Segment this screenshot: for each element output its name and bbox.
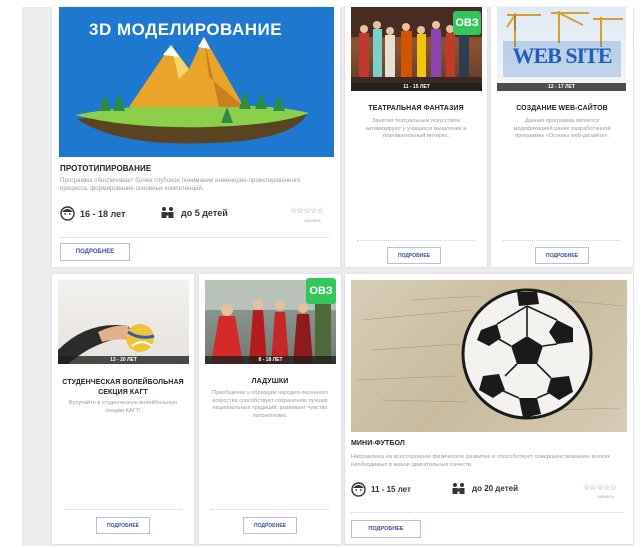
card-description: Данная программа является модификацией р… — [513, 118, 611, 139]
card-image-volleyball: 13 - 20 ЛЕТ — [58, 280, 189, 364]
card-3d-modeling[interactable]: 3D МОДЕЛИРОВАНИЕ ПРОТОТИПИРОВАНИЕ Програ… — [52, 7, 340, 267]
card-ladushki[interactable]: 8 - 18 ЛЕТ ОВЗ ЛАДУШКИ Приобщение к обра… — [199, 274, 341, 544]
card-image-3d-modeling: 3D МОДЕЛИРОВАНИЕ — [59, 7, 334, 157]
group-icon — [452, 483, 465, 494]
divider — [357, 240, 475, 241]
card-description: Приобщение к образцам народно-песенного … — [212, 390, 328, 419]
page-edge-top — [0, 0, 643, 7]
rating-stars-icon[interactable]: ☆☆☆☆☆ — [290, 206, 324, 215]
age-range: 16 - 18 лет — [60, 206, 125, 221]
page-edge-right — [634, 0, 643, 548]
capacity-text: до 5 детей — [181, 207, 228, 218]
card-title: ПРОТОТИПИРОВАНИЕ — [60, 164, 152, 173]
divider — [60, 237, 330, 238]
card-title: ТЕАТРАЛЬНАЯ ФАНТАЗИЯ — [368, 105, 464, 112]
group-icon — [161, 207, 174, 218]
details-button[interactable]: ПОДРОБНЕЕ — [96, 517, 150, 534]
card-volleyball[interactable]: 13 - 20 ЛЕТ СТУДЕНЧЕСКАЯ ВОЛЕЙБОЛЬНАЯ СЕ… — [52, 274, 194, 544]
card-title: ЛАДУШКИ — [251, 378, 289, 385]
group-size: до 20 детей — [451, 482, 518, 495]
volleyball-player-photo — [58, 324, 155, 364]
capacity-text: до 20 детей — [472, 484, 519, 493]
divider — [351, 512, 623, 513]
card-description: Направлена на всестороннее физическое ра… — [351, 454, 611, 468]
divider — [211, 509, 329, 510]
rating-label: оценить — [304, 218, 321, 223]
card-title: МИНИ-ФУТБОЛ — [351, 440, 405, 447]
card-title: СОЗДАНИЕ WEB-САЙТОВ — [516, 105, 608, 112]
ovz-badge: ОВЗ — [306, 278, 336, 304]
divider — [64, 509, 182, 510]
details-button[interactable]: ПОДРОБНЕЕ — [351, 520, 421, 538]
age-badge: 12 - 17 ЛЕТ — [497, 83, 626, 91]
rating-stars-icon[interactable]: ☆☆☆☆☆ — [583, 483, 617, 492]
age-range: 11 - 15 лет — [351, 482, 411, 497]
child-face-icon — [60, 206, 75, 221]
card-mini-football[interactable]: МИНИ-ФУТБОЛ Направлена на всестороннее ф… — [345, 274, 633, 544]
age-badge: 13 - 20 ЛЕТ — [58, 356, 189, 364]
card-web-sites[interactable]: WEB SITE 12 - 17 ЛЕТ СОЗДАНИЕ WEB-САЙТОВ… — [491, 7, 633, 267]
divider — [503, 240, 621, 241]
age-badge: 11 - 15 ЛЕТ — [351, 83, 482, 91]
card-theater-fantasy[interactable]: 11 - 15 ЛЕТ ОВЗ ТЕАТРАЛЬНАЯ ФАНТАЗИЯ Зан… — [345, 7, 487, 267]
rating-label: оценить — [597, 494, 614, 499]
child-face-icon — [351, 482, 366, 497]
age-text: 11 - 15 лет — [371, 485, 411, 494]
age-badge: 8 - 18 ЛЕТ — [205, 356, 336, 364]
card-description: Вступайте в студенческую волейбольную се… — [68, 400, 178, 414]
details-button[interactable]: ПОДРОБНЕЕ — [387, 247, 441, 264]
details-button[interactable]: ПОДРОБНЕЕ — [243, 517, 297, 534]
card-title: СТУДЕНЧЕСКАЯ ВОЛЕЙБОЛЬНАЯ СЕКЦИЯ КАГТ — [62, 379, 184, 396]
soccer-ball-drawing — [355, 288, 624, 420]
details-button[interactable]: ПОДРОБНЕЕ — [535, 247, 589, 264]
card-image-web: WEB SITE 12 - 17 ЛЕТ — [497, 7, 626, 91]
banner-text: WEB SITE — [512, 43, 613, 68]
age-text: 16 - 18 лет — [80, 208, 126, 219]
card-description: Программа обеспечивает более глубокое по… — [60, 177, 301, 192]
group-size: до 5 детей — [160, 206, 228, 219]
details-button[interactable]: ПОДРОБНЕЕ — [60, 243, 130, 261]
ovz-badge: ОВЗ — [453, 11, 481, 35]
card-image-football — [351, 280, 627, 432]
mountain-island-illustration — [75, 37, 309, 144]
card-description: Занятия театральным искусством активизир… — [365, 118, 467, 139]
page-edge-left — [0, 0, 22, 548]
